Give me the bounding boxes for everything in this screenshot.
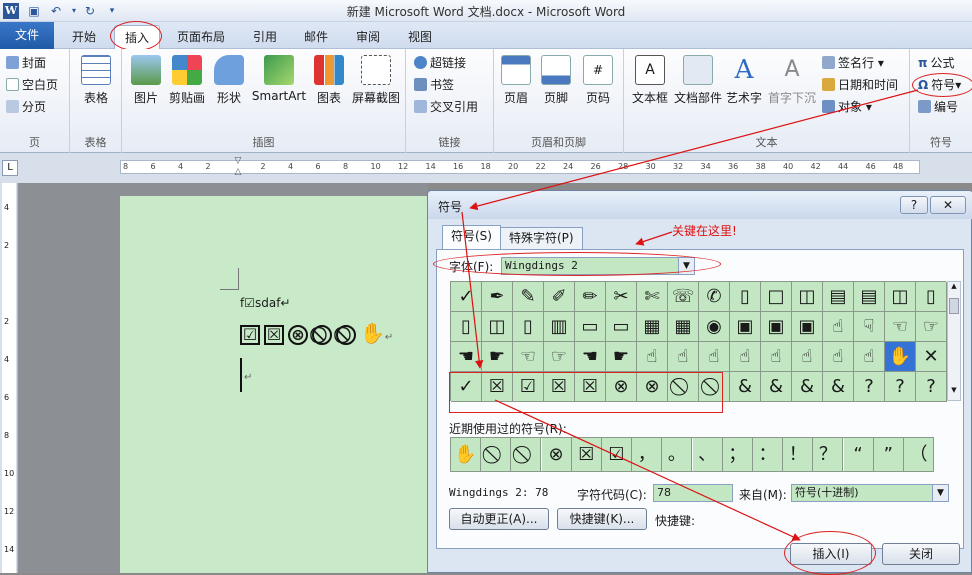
annotation-arrows (461, 89, 919, 541)
arrow-to-font (635, 231, 673, 246)
arrow-to-dialog (469, 89, 919, 211)
arrow-to-insert (494, 399, 801, 541)
arrow-to-row (461, 211, 484, 369)
